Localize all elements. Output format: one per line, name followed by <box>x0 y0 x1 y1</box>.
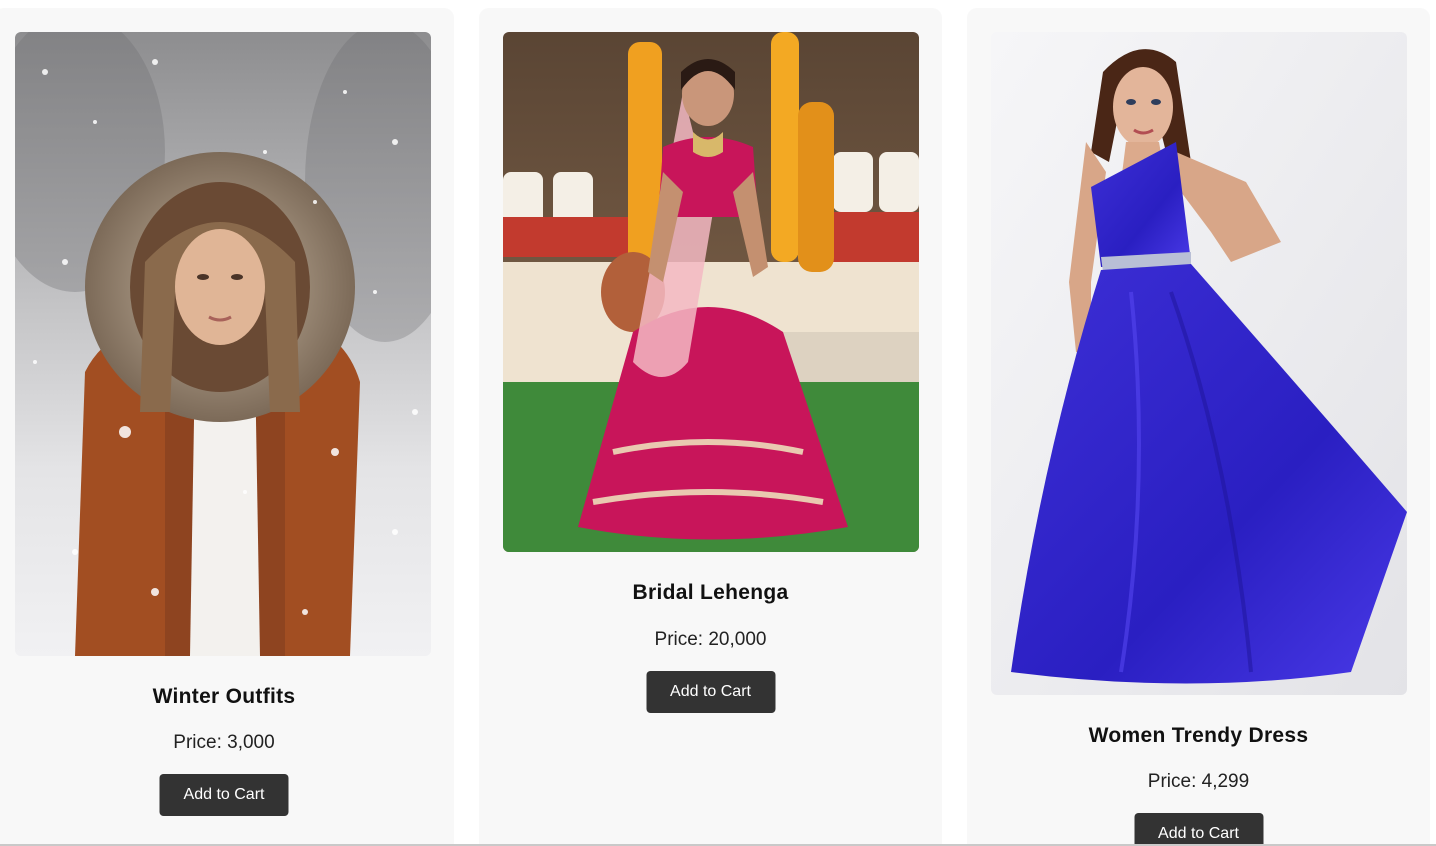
product-title: Bridal Lehenga <box>632 581 789 604</box>
product-card-women-trendy-dress: Women Trendy Dress Price: 4,299 Add to C… <box>967 8 1430 846</box>
add-to-cart-button[interactable]: Add to Cart <box>1134 813 1263 846</box>
product-card-winter-outfits: Winter Outfits Price: 3,000 Add to Cart <box>0 8 454 846</box>
add-to-cart-button[interactable]: Add to Cart <box>646 671 775 713</box>
product-price: Price: 20,000 <box>654 629 767 650</box>
product-image[interactable] <box>991 32 1407 695</box>
product-image[interactable] <box>503 32 919 552</box>
product-image[interactable] <box>15 32 431 656</box>
product-title: Winter Outfits <box>152 685 296 708</box>
add-to-cart-button[interactable]: Add to Cart <box>159 774 289 816</box>
product-title: Women Trendy Dress <box>1088 724 1309 747</box>
product-price: Price: 4,299 <box>1147 771 1250 792</box>
bridal-lehenga-photo <box>503 32 919 552</box>
product-price: Price: 3,000 <box>173 732 275 753</box>
winter-outfit-photo <box>15 32 431 656</box>
trendy-dress-photo <box>991 32 1407 695</box>
product-grid: Winter Outfits Price: 3,000 Add to Cart <box>0 0 1436 846</box>
product-card-bridal-lehenga: Bridal Lehenga Price: 20,000 Add to Cart <box>479 8 942 846</box>
